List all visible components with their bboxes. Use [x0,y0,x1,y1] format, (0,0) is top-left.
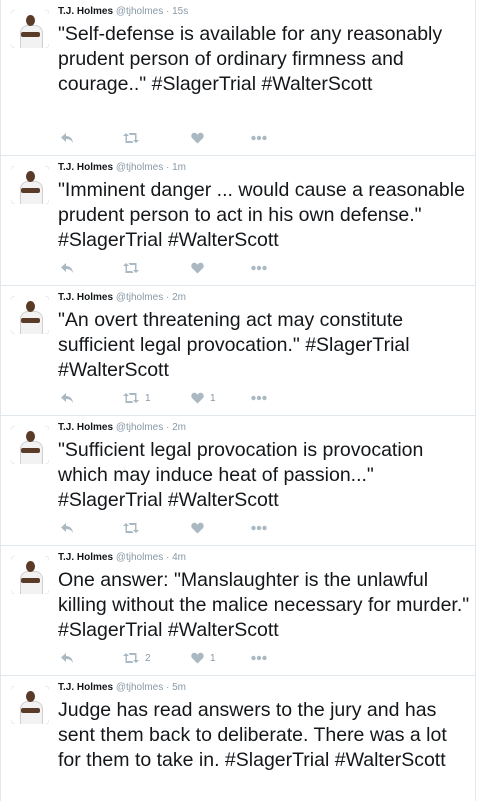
author-handle[interactable]: @tjholmes [116,682,163,693]
more-button[interactable] [251,650,267,666]
author-name[interactable]: T.J. Holmes [58,292,113,303]
tweet-timeline: T.J. Holmes @tjholmes · 15s "Self-defens… [0,0,476,801]
like-count: 1 [210,652,216,664]
heart-icon [191,392,204,404]
author-handle[interactable]: @tjholmes [116,552,163,563]
tweet-actions [58,520,308,536]
heart-icon [191,652,204,664]
tweet-time[interactable]: 4m [172,552,186,563]
more-button[interactable] [251,390,267,406]
retweet-button[interactable]: 2 [123,650,151,666]
reply-icon [61,523,73,533]
more-icon [251,265,267,271]
author-name[interactable]: T.J. Holmes [58,682,113,693]
heart-icon [191,522,204,534]
tweet-time[interactable]: 1m [172,162,186,173]
avatar[interactable] [11,426,49,464]
reply-button[interactable] [60,520,74,536]
more-button[interactable] [251,520,267,536]
tweet[interactable]: T.J. Holmes @tjholmes · 1m "Imminent dan… [1,156,475,286]
retweet-count: 1 [145,392,151,404]
avatar[interactable] [11,556,49,594]
like-button[interactable] [191,130,210,146]
tweet[interactable]: T.J. Holmes @tjholmes · 4m One answer: "… [1,546,475,676]
separator: · [165,292,170,303]
heart-icon [191,262,204,274]
reply-button[interactable] [60,650,74,666]
reply-icon [61,263,73,273]
tweet[interactable]: T.J. Holmes @tjholmes · 5m Judge has rea… [1,676,475,801]
tweet-time[interactable]: 2m [172,292,186,303]
like-button[interactable]: 1 [191,390,216,406]
like-button[interactable] [191,520,210,536]
tweet-actions [58,130,308,146]
tweet[interactable]: T.J. Holmes @tjholmes · 2m "Sufficient l… [1,416,475,546]
reply-button[interactable] [60,260,74,276]
author-name[interactable]: T.J. Holmes [58,162,113,173]
retweet-button[interactable] [123,130,145,146]
reply-button[interactable] [60,390,74,406]
tweet-text: "Sufficient legal provocation is provoca… [58,439,424,511]
tweet-text: "Self-defense is available for any reaso… [58,23,443,95]
reply-icon [61,133,73,143]
author-handle[interactable]: @tjholmes [116,292,163,303]
tweet-text: One answer: "Manslaughter is the unlawfu… [58,569,470,641]
tweet-actions [58,260,308,276]
tweet[interactable]: T.J. Holmes @tjholmes · 15s "Self-defens… [1,0,475,156]
tweet-actions: 2 1 [58,650,308,666]
tweet-text: "Imminent danger ... would cause a reaso… [58,179,465,251]
more-icon [251,525,267,531]
avatar[interactable] [11,296,49,334]
separator: · [165,682,170,693]
tweet-time[interactable]: 5m [172,682,186,693]
retweet-icon [123,523,139,533]
tweet-header: T.J. Holmes @tjholmes · 5m [58,681,186,695]
tweet[interactable]: T.J. Holmes @tjholmes · 2m "An overt thr… [1,286,475,416]
retweet-count: 2 [145,652,151,664]
tweet-header: T.J. Holmes @tjholmes · 2m [58,291,186,305]
tweet-time[interactable]: 2m [172,422,186,433]
reply-button[interactable] [60,130,74,146]
retweet-icon [123,393,139,403]
like-button[interactable] [191,260,210,276]
tweet-text: "An overt threatening act may constitute… [58,309,410,381]
tweet-text: Judge has read answers to the jury and h… [58,699,447,771]
reply-icon [61,393,73,403]
more-icon [251,135,267,141]
separator: · [165,552,170,563]
author-handle[interactable]: @tjholmes [116,422,163,433]
more-icon [251,395,267,401]
avatar[interactable] [11,686,49,724]
avatar[interactable] [11,166,49,204]
separator: · [165,162,170,173]
reply-icon [61,653,73,663]
retweet-button[interactable] [123,260,145,276]
heart-icon [191,132,204,144]
more-button[interactable] [251,130,267,146]
author-name[interactable]: T.J. Holmes [58,552,113,563]
tweet-header: T.J. Holmes @tjholmes · 2m [58,421,186,435]
more-button[interactable] [251,260,267,276]
separator: · [165,6,170,17]
author-handle[interactable]: @tjholmes [116,162,163,173]
retweet-icon [123,133,139,143]
author-name[interactable]: T.J. Holmes [58,6,113,17]
tweet-header: T.J. Holmes @tjholmes · 4m [58,551,186,565]
more-icon [251,655,267,661]
tweet-header: T.J. Holmes @tjholmes · 15s [58,5,188,19]
tweet-actions: 1 1 [58,390,308,406]
retweet-icon [123,653,139,663]
separator: · [165,422,170,433]
avatar[interactable] [11,10,49,48]
tweet-header: T.J. Holmes @tjholmes · 1m [58,161,186,175]
retweet-button[interactable] [123,520,145,536]
retweet-icon [123,263,139,273]
author-name[interactable]: T.J. Holmes [58,422,113,433]
tweet-time[interactable]: 15s [172,6,188,17]
like-count: 1 [210,392,216,404]
author-handle[interactable]: @tjholmes [116,6,163,17]
retweet-button[interactable]: 1 [123,390,151,406]
like-button[interactable]: 1 [191,650,216,666]
